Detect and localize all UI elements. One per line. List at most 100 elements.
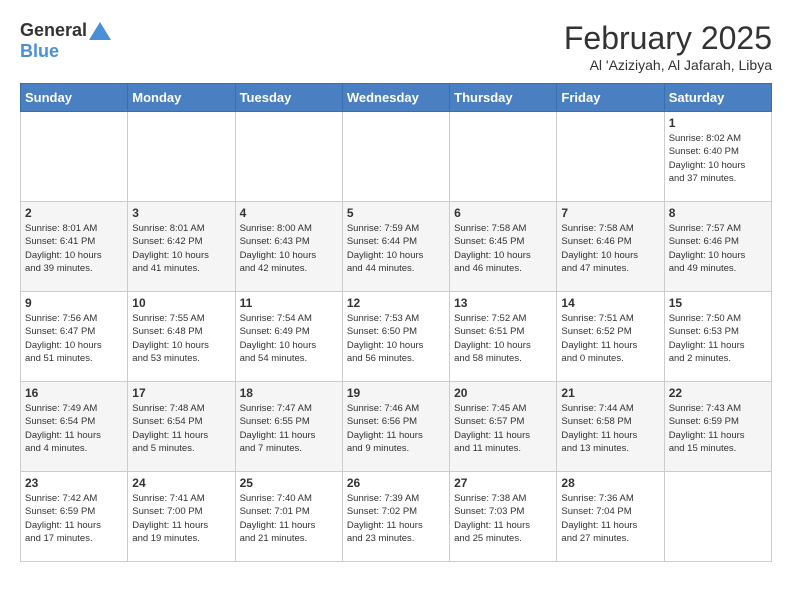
day-detail: Sunrise: 7:47 AM Sunset: 6:55 PM Dayligh…: [240, 402, 338, 455]
day-detail: Sunrise: 8:01 AM Sunset: 6:42 PM Dayligh…: [132, 222, 230, 275]
week-row-0: 1 Sunrise: 8:02 AM Sunset: 6:40 PM Daylig…: [21, 112, 772, 202]
day-detail: Sunrise: 7:58 AM Sunset: 6:46 PM Dayligh…: [561, 222, 659, 275]
day-number: 17: [132, 386, 230, 400]
day-cell: 9Sunrise: 7:56 AM Sunset: 6:47 PM Daylig…: [21, 292, 128, 382]
day-number: 2: [25, 206, 123, 220]
day-number: 23: [25, 476, 123, 490]
header-row: SundayMondayTuesdayWednesdayThursdayFrid…: [21, 84, 772, 112]
day-cell: 7 Sunrise: 7:58 AM Sunset: 6:46 PM Daylig…: [557, 202, 664, 292]
day-detail: Sunrise: 7:38 AM Sunset: 7:03 PM Dayligh…: [454, 492, 552, 545]
week-row-4: 23Sunrise: 7:42 AM Sunset: 6:59 PM Dayli…: [21, 472, 772, 562]
day-number: 16: [25, 386, 123, 400]
day-cell: 23Sunrise: 7:42 AM Sunset: 6:59 PM Dayli…: [21, 472, 128, 562]
day-number: 10: [132, 296, 230, 310]
day-cell: 4 Sunrise: 8:00 AM Sunset: 6:43 PM Daylig…: [235, 202, 342, 292]
title-area: February 2025 Al 'Aziziyah, Al Jafarah, …: [564, 20, 772, 73]
calendar-table: SundayMondayTuesdayWednesdayThursdayFrid…: [20, 83, 772, 562]
day-cell: [664, 472, 771, 562]
day-cell: 21 Sunrise: 7:44 AM Sunset: 6:58 PM Dayli…: [557, 382, 664, 472]
day-number: 7: [561, 206, 659, 220]
day-detail: Sunrise: 7:48 AM Sunset: 6:54 PM Dayligh…: [132, 402, 230, 455]
day-number: 19: [347, 386, 445, 400]
logo-blue: Blue: [20, 41, 59, 62]
day-cell: 17 Sunrise: 7:48 AM Sunset: 6:54 PM Dayli…: [128, 382, 235, 472]
day-number: 13: [454, 296, 552, 310]
day-number: 12: [347, 296, 445, 310]
day-number: 25: [240, 476, 338, 490]
day-cell: 16 Sunrise: 7:49 AM Sunset: 6:54 PM Dayli…: [21, 382, 128, 472]
day-detail: Sunrise: 8:00 AM Sunset: 6:43 PM Dayligh…: [240, 222, 338, 275]
day-cell: 5 Sunrise: 7:59 AM Sunset: 6:44 PM Daylig…: [342, 202, 449, 292]
header-thursday: Thursday: [450, 84, 557, 112]
day-number: 22: [669, 386, 767, 400]
day-cell: 20 Sunrise: 7:45 AM Sunset: 6:57 PM Dayli…: [450, 382, 557, 472]
header-friday: Friday: [557, 84, 664, 112]
day-cell: 1 Sunrise: 8:02 AM Sunset: 6:40 PM Daylig…: [664, 112, 771, 202]
day-detail: Sunrise: 7:57 AM Sunset: 6:46 PM Dayligh…: [669, 222, 767, 275]
day-detail: Sunrise: 7:59 AM Sunset: 6:44 PM Dayligh…: [347, 222, 445, 275]
day-number: 4: [240, 206, 338, 220]
day-cell: 2 Sunrise: 8:01 AM Sunset: 6:41 PM Daylig…: [21, 202, 128, 292]
day-detail: Sunrise: 7:40 AM Sunset: 7:01 PM Dayligh…: [240, 492, 338, 545]
logo-general: General: [20, 20, 87, 41]
day-cell: [342, 112, 449, 202]
location-title: Al 'Aziziyah, Al Jafarah, Libya: [564, 57, 772, 73]
day-cell: 27Sunrise: 7:38 AM Sunset: 7:03 PM Dayli…: [450, 472, 557, 562]
day-detail: Sunrise: 7:49 AM Sunset: 6:54 PM Dayligh…: [25, 402, 123, 455]
week-row-3: 16 Sunrise: 7:49 AM Sunset: 6:54 PM Dayli…: [21, 382, 772, 472]
day-detail: Sunrise: 7:46 AM Sunset: 6:56 PM Dayligh…: [347, 402, 445, 455]
day-number: 21: [561, 386, 659, 400]
day-number: 6: [454, 206, 552, 220]
day-detail: Sunrise: 7:51 AM Sunset: 6:52 PM Dayligh…: [561, 312, 659, 365]
day-cell: [21, 112, 128, 202]
day-number: 11: [240, 296, 338, 310]
day-cell: 10 Sunrise: 7:55 AM Sunset: 6:48 PM Dayli…: [128, 292, 235, 382]
header-wednesday: Wednesday: [342, 84, 449, 112]
month-title: February 2025: [564, 20, 772, 57]
day-cell: 12 Sunrise: 7:53 AM Sunset: 6:50 PM Dayli…: [342, 292, 449, 382]
day-cell: 11Sunrise: 7:54 AM Sunset: 6:49 PM Dayli…: [235, 292, 342, 382]
page-header: General Blue February 2025 Al 'Aziziyah,…: [20, 20, 772, 73]
day-detail: Sunrise: 7:50 AM Sunset: 6:53 PM Dayligh…: [669, 312, 767, 365]
day-cell: 18 Sunrise: 7:47 AM Sunset: 6:55 PM Dayli…: [235, 382, 342, 472]
logo-icon: [89, 22, 111, 40]
day-cell: 28Sunrise: 7:36 AM Sunset: 7:04 PM Dayli…: [557, 472, 664, 562]
day-number: 1: [669, 116, 767, 130]
day-detail: Sunrise: 7:53 AM Sunset: 6:50 PM Dayligh…: [347, 312, 445, 365]
day-cell: [128, 112, 235, 202]
day-cell: 25 Sunrise: 7:40 AM Sunset: 7:01 PM Dayli…: [235, 472, 342, 562]
day-cell: 15 Sunrise: 7:50 AM Sunset: 6:53 PM Dayli…: [664, 292, 771, 382]
header-tuesday: Tuesday: [235, 84, 342, 112]
day-cell: 6 Sunrise: 7:58 AM Sunset: 6:45 PM Daylig…: [450, 202, 557, 292]
day-detail: Sunrise: 8:02 AM Sunset: 6:40 PM Dayligh…: [669, 132, 767, 185]
day-detail: Sunrise: 7:58 AM Sunset: 6:45 PM Dayligh…: [454, 222, 552, 275]
header-sunday: Sunday: [21, 84, 128, 112]
day-detail: Sunrise: 7:43 AM Sunset: 6:59 PM Dayligh…: [669, 402, 767, 455]
day-cell: 26 Sunrise: 7:39 AM Sunset: 7:02 PM Dayli…: [342, 472, 449, 562]
day-number: 15: [669, 296, 767, 310]
day-number: 24: [132, 476, 230, 490]
day-number: 5: [347, 206, 445, 220]
week-row-1: 2 Sunrise: 8:01 AM Sunset: 6:41 PM Daylig…: [21, 202, 772, 292]
day-number: 3: [132, 206, 230, 220]
day-number: 20: [454, 386, 552, 400]
day-detail: Sunrise: 8:01 AM Sunset: 6:41 PM Dayligh…: [25, 222, 123, 275]
week-row-2: 9Sunrise: 7:56 AM Sunset: 6:47 PM Daylig…: [21, 292, 772, 382]
day-cell: 14Sunrise: 7:51 AM Sunset: 6:52 PM Dayli…: [557, 292, 664, 382]
day-cell: 22 Sunrise: 7:43 AM Sunset: 6:59 PM Dayli…: [664, 382, 771, 472]
day-detail: Sunrise: 7:45 AM Sunset: 6:57 PM Dayligh…: [454, 402, 552, 455]
day-detail: Sunrise: 7:39 AM Sunset: 7:02 PM Dayligh…: [347, 492, 445, 545]
day-cell: 19 Sunrise: 7:46 AM Sunset: 6:56 PM Dayli…: [342, 382, 449, 472]
day-detail: Sunrise: 7:55 AM Sunset: 6:48 PM Dayligh…: [132, 312, 230, 365]
day-number: 8: [669, 206, 767, 220]
day-detail: Sunrise: 7:41 AM Sunset: 7:00 PM Dayligh…: [132, 492, 230, 545]
day-detail: Sunrise: 7:52 AM Sunset: 6:51 PM Dayligh…: [454, 312, 552, 365]
day-cell: 8 Sunrise: 7:57 AM Sunset: 6:46 PM Daylig…: [664, 202, 771, 292]
day-detail: Sunrise: 7:56 AM Sunset: 6:47 PM Dayligh…: [25, 312, 123, 365]
day-detail: Sunrise: 7:36 AM Sunset: 7:04 PM Dayligh…: [561, 492, 659, 545]
day-number: 18: [240, 386, 338, 400]
day-detail: Sunrise: 7:44 AM Sunset: 6:58 PM Dayligh…: [561, 402, 659, 455]
header-monday: Monday: [128, 84, 235, 112]
day-cell: 24 Sunrise: 7:41 AM Sunset: 7:00 PM Dayli…: [128, 472, 235, 562]
day-number: 26: [347, 476, 445, 490]
